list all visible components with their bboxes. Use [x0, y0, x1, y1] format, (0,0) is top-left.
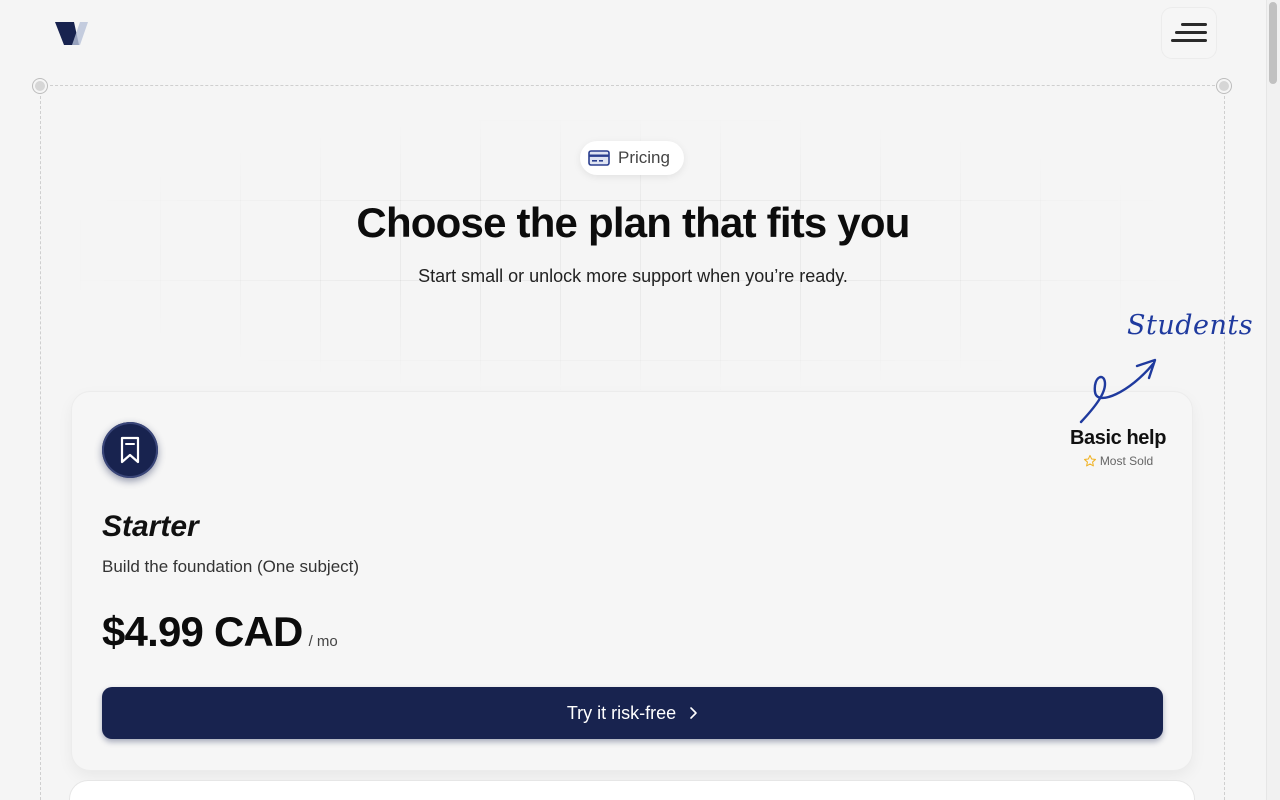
page-title: Choose the plan that fits you	[356, 199, 910, 246]
plan-price: $4.99 CAD	[102, 608, 303, 655]
try-risk-free-button[interactable]: Try it risk-free	[102, 687, 1163, 739]
swirl-arrow-icon	[1079, 358, 1157, 424]
logo-parallelogram-icon	[55, 22, 88, 45]
most-sold-tag: Most Sold	[1000, 454, 1236, 468]
most-sold-title: Basic help	[1069, 427, 1167, 449]
bookmark-icon	[120, 436, 140, 464]
plan-description: Build the foundation (One subject)	[102, 557, 360, 576]
frame-guide-left	[40, 86, 41, 800]
plan-name: Starter	[102, 510, 199, 543]
plan-period: / mo	[308, 633, 338, 650]
scrollbar-thumb[interactable]	[1269, 2, 1277, 84]
page-subtitle: Start small or unlock more support when …	[418, 266, 848, 286]
plan-badge	[102, 422, 158, 478]
most-sold-label: Most Sold	[1099, 454, 1154, 468]
pricing-badge: Pricing	[580, 141, 684, 175]
frame-divider	[40, 85, 1225, 86]
star-outline-icon	[1083, 454, 1096, 467]
pricing-badge-label: Pricing	[618, 148, 670, 167]
hamburger-menu-icon	[1171, 23, 1207, 42]
cta-label: Try it risk-free	[566, 702, 677, 723]
logo[interactable]	[52, 18, 92, 48]
price-row: $4.99 CAD / mo	[102, 608, 338, 656]
chevron-right-icon	[690, 707, 697, 719]
frame-dot-right	[1217, 79, 1231, 93]
plan-card-next	[70, 781, 1194, 800]
students-handwritten-label: Students	[1127, 310, 1254, 341]
frame-dot-left	[33, 79, 47, 93]
credit-card-icon	[588, 150, 610, 166]
menu-button[interactable]	[1162, 8, 1216, 58]
page-scrollbar[interactable]	[1266, 0, 1280, 800]
